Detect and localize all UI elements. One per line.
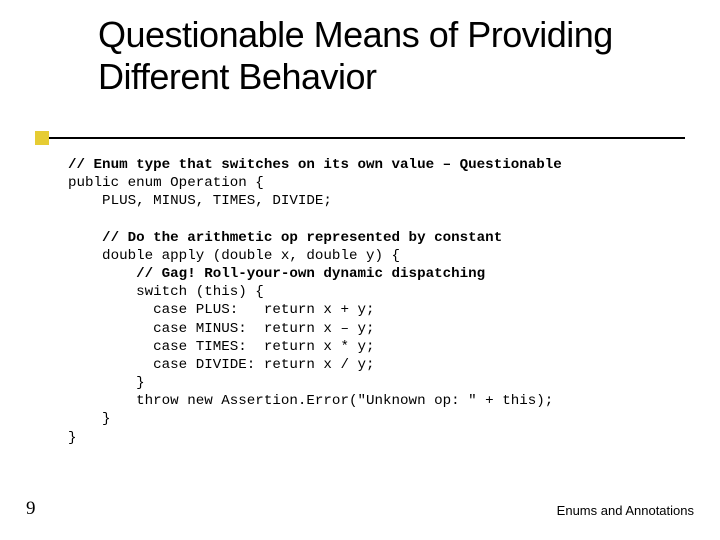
code-line: case PLUS: return x + y; bbox=[68, 302, 375, 318]
code-line: // Do the arithmetic op represented by c… bbox=[68, 230, 502, 246]
code-line: // Enum type that switches on its own va… bbox=[68, 157, 562, 173]
page-number: 9 bbox=[26, 498, 36, 520]
code-line: } bbox=[68, 411, 111, 427]
title-rule bbox=[35, 131, 685, 145]
title-block: Questionable Means of Providing Differen… bbox=[98, 14, 698, 99]
code-line: } bbox=[68, 430, 77, 446]
slide-title: Questionable Means of Providing Differen… bbox=[98, 14, 698, 99]
code-line: case TIMES: return x * y; bbox=[68, 339, 375, 355]
footer-text: Enums and Annotations bbox=[557, 503, 694, 518]
accent-square-icon bbox=[35, 131, 49, 145]
code-line: public enum Operation { bbox=[68, 175, 264, 191]
code-line: // Gag! Roll-your-own dynamic dispatchin… bbox=[68, 266, 485, 282]
code-block: // Enum type that switches on its own va… bbox=[68, 156, 562, 447]
code-line: PLUS, MINUS, TIMES, DIVIDE; bbox=[68, 193, 332, 209]
horizontal-rule bbox=[49, 137, 685, 139]
code-line: switch (this) { bbox=[68, 284, 264, 300]
code-line: } bbox=[68, 375, 145, 391]
slide: Questionable Means of Providing Differen… bbox=[0, 0, 720, 540]
code-line: case MINUS: return x – y; bbox=[68, 321, 375, 337]
code-line: throw new Assertion.Error("Unknown op: "… bbox=[68, 393, 553, 409]
code-line: case DIVIDE: return x / y; bbox=[68, 357, 375, 373]
code-line: double apply (double x, double y) { bbox=[68, 248, 400, 264]
